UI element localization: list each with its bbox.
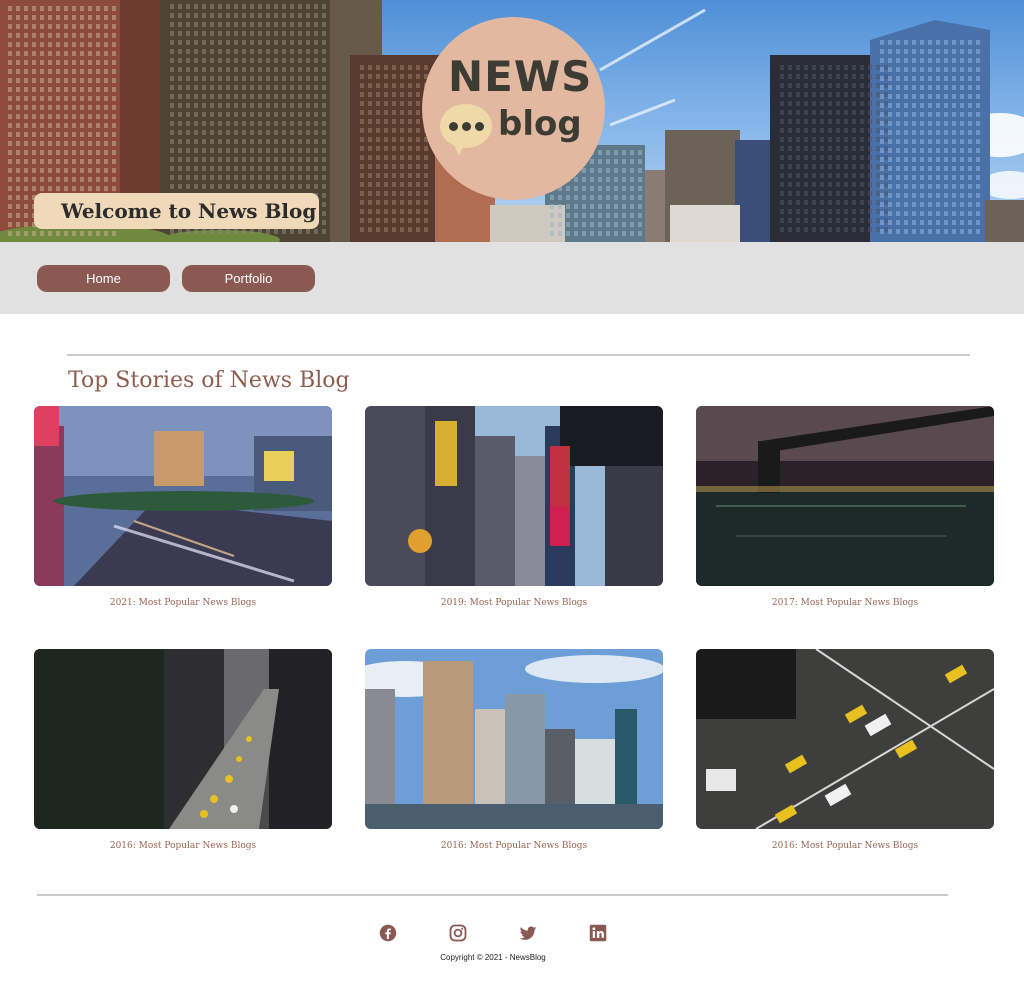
story-card[interactable]: 2019: Most Popular News Blogs <box>365 406 663 608</box>
story-caption[interactable]: 2017: Most Popular News Blogs <box>696 598 994 608</box>
story-image-las-vegas[interactable] <box>34 406 332 586</box>
logo-blog-text: blog <box>498 104 582 144</box>
story-card[interactable]: 2016: Most Popular News Blogs <box>34 649 332 851</box>
story-image-bridge-night[interactable] <box>696 406 994 586</box>
section-divider <box>67 354 970 356</box>
story-caption[interactable]: 2016: Most Popular News Blogs <box>696 841 994 851</box>
hero-banner: NEWS blog Welcome to News Blog <box>0 0 1024 242</box>
story-image-skyline-waterfront[interactable] <box>365 649 663 829</box>
story-caption[interactable]: 2019: Most Popular News Blogs <box>365 598 663 608</box>
chat-bubble-tail <box>452 140 466 156</box>
nav-portfolio-button[interactable]: Portfolio <box>182 265 315 292</box>
story-card[interactable]: 2017: Most Popular News Blogs <box>696 406 994 608</box>
linkedin-icon[interactable] <box>589 924 607 942</box>
instagram-icon[interactable] <box>449 924 467 942</box>
main-nav: Home Portfolio <box>0 242 1024 314</box>
story-card[interactable]: 2016: Most Popular News Blogs <box>696 649 994 851</box>
story-card[interactable]: 2016: Most Popular News Blogs <box>365 649 663 851</box>
nav-home-button[interactable]: Home <box>37 265 170 292</box>
logo-news-text: NEWS <box>448 52 593 101</box>
footer-divider <box>37 894 948 896</box>
welcome-banner: Welcome to News Blog <box>34 193 319 229</box>
story-caption[interactable]: 2021: Most Popular News Blogs <box>34 598 332 608</box>
twitter-icon[interactable] <box>519 924 537 942</box>
story-image-times-square[interactable] <box>365 406 663 586</box>
story-image-avenue-traffic[interactable] <box>34 649 332 829</box>
story-card[interactable]: 2021: Most Popular News Blogs <box>34 406 332 608</box>
story-image-taxi-intersection[interactable] <box>696 649 994 829</box>
story-caption[interactable]: 2016: Most Popular News Blogs <box>34 841 332 851</box>
facebook-icon[interactable] <box>379 924 397 942</box>
story-caption[interactable]: 2016: Most Popular News Blogs <box>365 841 663 851</box>
chat-bubble-icon <box>440 104 492 148</box>
copyright-text: Copyright © 2021 - NewsBlog <box>440 953 546 962</box>
section-title: Top Stories of News Blog <box>68 368 350 393</box>
